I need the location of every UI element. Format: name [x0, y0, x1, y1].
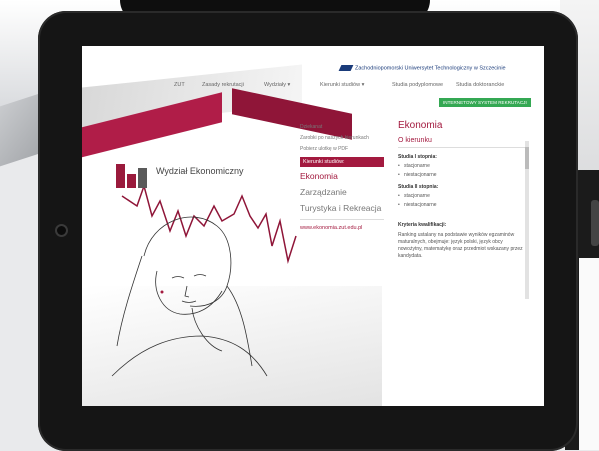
- background-phone-screen: [579, 258, 599, 450]
- list-item: niestacjonarne: [398, 172, 528, 178]
- nav-item-zut[interactable]: ZUT: [174, 82, 185, 88]
- menu-program-turystyka[interactable]: Turystyka i Rekreacja: [300, 203, 384, 213]
- menu-program-ekonomia[interactable]: Ekonomia: [300, 171, 384, 181]
- logo-mark: [138, 168, 147, 188]
- background-phone-bar: [591, 200, 599, 246]
- list-item: stacjonarne: [398, 163, 528, 169]
- content-subtitle[interactable]: O kierunku: [398, 137, 528, 148]
- tablet-screen: Wydział Ekonomiczny Zachodniopomorski Un…: [82, 46, 544, 406]
- main-nav: ZUT Zasady rekrutacji Wydziały ▾ Kierunk…: [174, 79, 544, 93]
- nav-item-wydzialy[interactable]: Wydziały ▾: [264, 82, 290, 88]
- menu-item-dziekanat[interactable]: Dziekanat: [300, 124, 384, 130]
- university-name[interactable]: Zachodniopomorski Uniwersytet Technologi…: [338, 65, 506, 72]
- section-heading: Studia II stopnia:: [398, 184, 439, 190]
- logo-mark: [127, 174, 136, 188]
- nav-item-kierunki[interactable]: Kierunki studiów ▾: [320, 82, 364, 88]
- faculty-logo[interactable]: Wydział Ekonomiczny: [116, 164, 276, 194]
- woman-lips: [160, 290, 164, 294]
- menu-item-ulotka[interactable]: Pobierz ulotkę w PDF: [300, 146, 384, 152]
- content-panel: Ekonomia O kierunku Studia I stopnia: st…: [398, 120, 528, 380]
- camera-icon: [55, 224, 68, 237]
- university-logo-icon: [338, 65, 354, 71]
- menu-item-kierunki-active[interactable]: Kierunki studiów:: [300, 157, 384, 167]
- woman-illustration: [111, 216, 268, 377]
- site-link[interactable]: www.ekonomia.zut.edu.pl: [300, 219, 384, 231]
- list-item: stacjonarne: [398, 193, 528, 199]
- nav-item-doktoranckie[interactable]: Studia doktoranckie: [456, 82, 504, 88]
- section-heading: Studia I stopnia:: [398, 154, 437, 160]
- menu-item-zarobki[interactable]: Zarobki po naszych kierunkach: [300, 135, 384, 141]
- section-heading: Kryteria kwalifikacji:: [398, 222, 447, 228]
- nav-item-zasady[interactable]: Zasady rekrutacji: [202, 82, 244, 88]
- nav-item-podyplomowe[interactable]: Studia podyplomowe: [392, 82, 443, 88]
- logo-mark: [116, 164, 125, 188]
- side-menu: Dziekanat Zarobki po naszych kierunkach …: [300, 124, 384, 231]
- list-item: niestacjonarne: [398, 202, 528, 208]
- content-paragraph: Ranking ustalany na podstawie wyników eg…: [398, 232, 523, 259]
- content-scrollbar[interactable]: [525, 141, 529, 299]
- decorative-chart-line: [121, 183, 297, 264]
- content-title: Ekonomia: [398, 120, 443, 131]
- logo-text: Wydział Ekonomiczny: [156, 166, 244, 176]
- menu-program-zarzadzanie[interactable]: Zarządzanie: [300, 187, 384, 197]
- recruitment-system-button[interactable]: INTERNETOWY SYSTEM REKRUTACJI: [439, 98, 531, 107]
- university-label: Zachodniopomorski Uniwersytet Technologi…: [355, 65, 506, 72]
- scrollbar-thumb[interactable]: [525, 147, 529, 169]
